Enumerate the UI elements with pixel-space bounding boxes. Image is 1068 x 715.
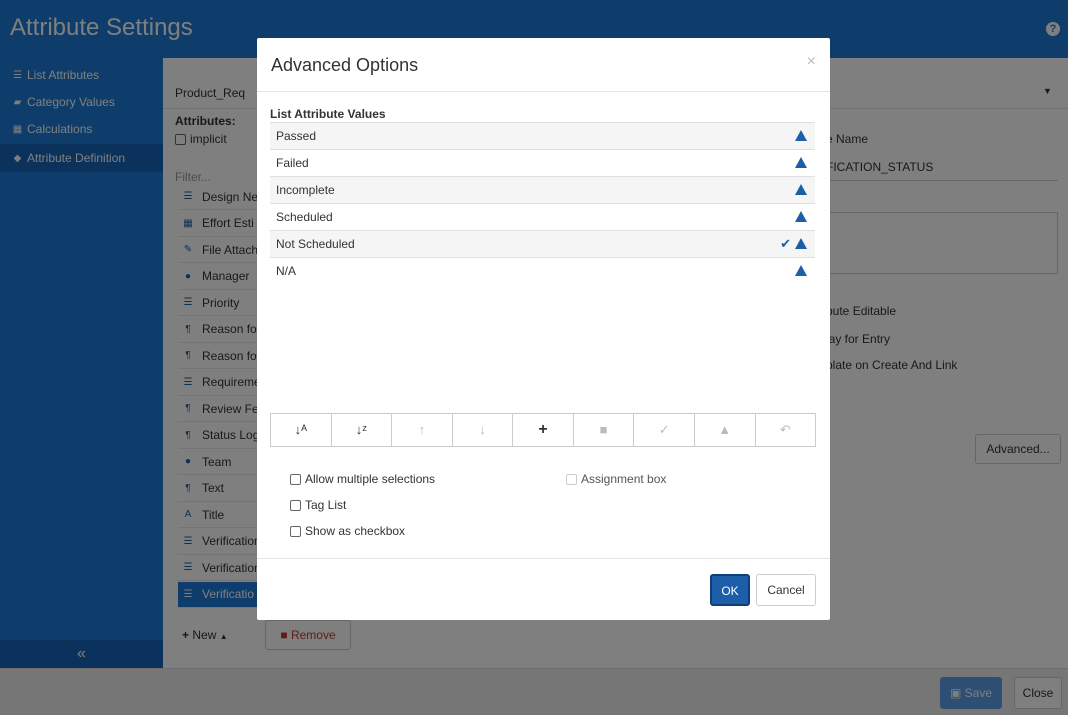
- sort-descending-icon[interactable]: ↓ᶻ: [332, 414, 393, 446]
- value-row[interactable]: Incomplete: [270, 176, 815, 212]
- move-down-icon[interactable]: ↓: [453, 414, 514, 446]
- value-row[interactable]: Scheduled: [270, 203, 815, 239]
- values-toolbar: ↓ᴬ ↓ᶻ ↑ ↓ + ■ ✓ ▲ ↶: [270, 413, 816, 447]
- warning-icon[interactable]: [795, 184, 807, 212]
- warning-icon[interactable]: [795, 238, 807, 266]
- warning-icon[interactable]: [795, 265, 807, 293]
- close-icon[interactable]: ×: [807, 53, 816, 71]
- value-label: N/A: [276, 264, 297, 278]
- checkbox-label: Assignment box: [581, 472, 667, 486]
- checkbox-box: [290, 499, 301, 511]
- show-checkbox-checkbox[interactable]: Show as checkbox: [290, 524, 405, 538]
- add-icon[interactable]: +: [513, 414, 574, 446]
- warning-icon[interactable]: [795, 211, 807, 239]
- checkbox-box: [566, 473, 577, 485]
- cancel-button[interactable]: Cancel: [756, 574, 816, 606]
- tag-list-checkbox[interactable]: Tag List: [290, 498, 346, 512]
- warning-icon[interactable]: [795, 157, 807, 185]
- allow-multiple-checkbox[interactable]: Allow multiple selections: [290, 472, 435, 486]
- value-label: Incomplete: [276, 183, 335, 197]
- move-up-icon[interactable]: ↑: [392, 414, 453, 446]
- value-label: Passed: [276, 129, 317, 143]
- value-row[interactable]: Failed: [270, 149, 815, 185]
- checkbox-label: Show as checkbox: [305, 524, 406, 538]
- value-label: Not Scheduled: [276, 237, 355, 251]
- delete-icon[interactable]: ■: [574, 414, 635, 446]
- warning-icon[interactable]: [795, 130, 807, 158]
- advanced-options-dialog: Advanced Options × List Attribute Values…: [257, 38, 830, 620]
- checkbox-label: Tag List: [305, 498, 347, 512]
- section-title: List Attribute Values: [270, 107, 386, 121]
- assignment-box-checkbox[interactable]: Assignment box: [566, 472, 666, 486]
- check-icon[interactable]: ✓: [634, 414, 695, 446]
- value-row[interactable]: N/A: [270, 257, 815, 293]
- value-label: Scheduled: [276, 210, 333, 224]
- ok-button[interactable]: OK: [710, 574, 750, 606]
- value-row[interactable]: Not Scheduled ✔: [270, 230, 815, 266]
- undo-icon[interactable]: ↶: [756, 414, 816, 446]
- value-row[interactable]: Passed: [270, 122, 815, 158]
- checkbox-label: Allow multiple selections: [305, 472, 436, 486]
- checkbox-box: [290, 525, 301, 537]
- check-icon: ✔: [780, 236, 791, 251]
- value-label: Failed: [276, 156, 309, 170]
- checkbox-box: [290, 473, 301, 485]
- dialog-title: Advanced Options: [271, 55, 419, 75]
- sort-ascending-icon[interactable]: ↓ᴬ: [271, 414, 332, 446]
- warning-icon[interactable]: ▲: [695, 414, 756, 446]
